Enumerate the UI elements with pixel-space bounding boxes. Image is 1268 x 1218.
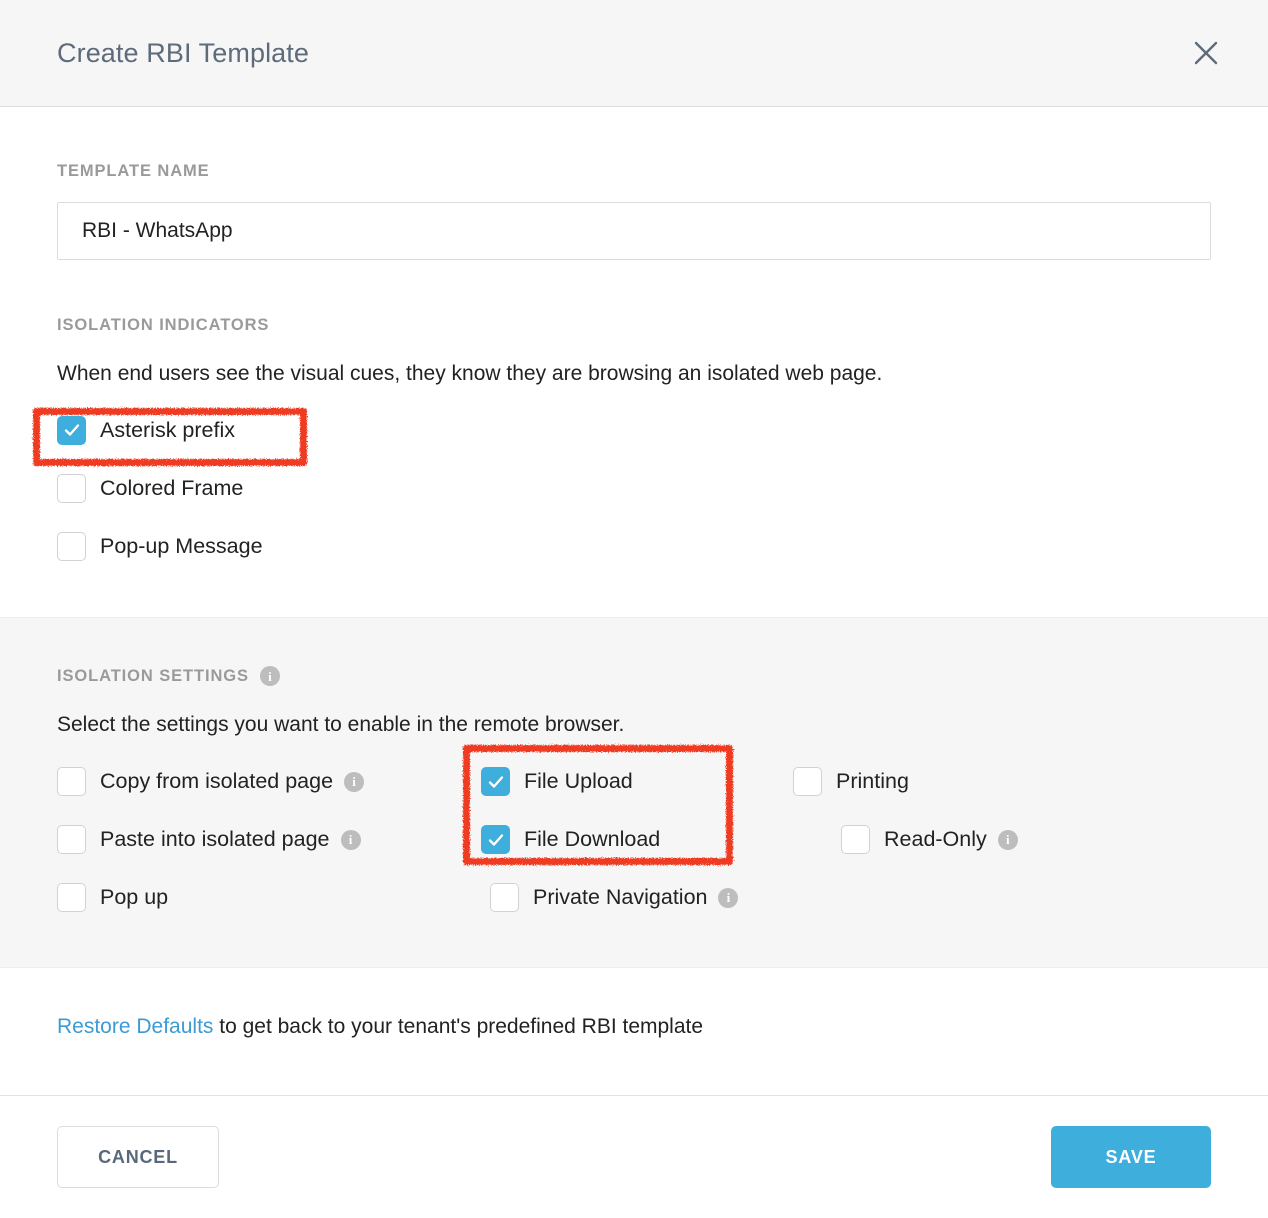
isolation-indicators-label: ISOLATION INDICATORS bbox=[57, 316, 270, 334]
isolation-settings-grid: Copy from isolated page i File Upload Pr… bbox=[57, 753, 1211, 927]
info-icon-read-only[interactable]: i bbox=[997, 829, 1018, 850]
isolation-settings-header: ISOLATION SETTINGS i bbox=[57, 666, 1211, 687]
cancel-button[interactable]: CANCEL bbox=[57, 1126, 219, 1188]
template-name-input[interactable] bbox=[57, 202, 1211, 260]
checkbox-row-file-download[interactable]: File Download bbox=[481, 811, 793, 869]
checkbox-label-read-only: Read-Only bbox=[884, 827, 987, 852]
checkbox-private-navigation[interactable] bbox=[490, 883, 519, 913]
checkbox-row-popup-message[interactable]: Pop-up Message bbox=[57, 517, 1211, 575]
checkbox-printing[interactable] bbox=[793, 767, 822, 797]
checkbox-row-file-upload[interactable]: File Upload bbox=[481, 753, 793, 811]
checkbox-asterisk-prefix[interactable] bbox=[57, 415, 86, 445]
isolation-settings-description: Select the settings you want to enable i… bbox=[57, 713, 625, 737]
checkbox-row-asterisk-prefix[interactable]: Asterisk prefix bbox=[57, 401, 1211, 459]
restore-defaults-row: Restore Defaults to get back to your ten… bbox=[0, 967, 1268, 1039]
save-button[interactable]: SAVE bbox=[1051, 1126, 1211, 1188]
checkbox-read-only[interactable] bbox=[841, 825, 870, 855]
checkbox-popup-message[interactable] bbox=[57, 531, 86, 561]
grid-cell-empty bbox=[793, 869, 1211, 927]
check-icon bbox=[486, 830, 506, 850]
create-rbi-template-dialog: Create RBI Template TEMPLATE NAME ISOLAT… bbox=[0, 0, 1268, 1218]
info-icon-copy-from-isolated-page[interactable]: i bbox=[344, 771, 365, 792]
checkbox-label-asterisk-prefix: Asterisk prefix bbox=[100, 417, 236, 442]
checkbox-row-copy-from-isolated-page[interactable]: Copy from isolated page i bbox=[57, 753, 481, 811]
template-name-section: TEMPLATE NAME bbox=[0, 107, 1268, 260]
dialog-header: Create RBI Template bbox=[0, 0, 1268, 107]
checkbox-paste-into-isolated-page[interactable] bbox=[57, 825, 86, 855]
checkbox-label-private-navigation: Private Navigation bbox=[533, 885, 708, 910]
check-icon bbox=[486, 772, 506, 792]
checkbox-label-pop-up: Pop up bbox=[100, 885, 169, 910]
dialog-footer: CANCEL SAVE bbox=[0, 1095, 1268, 1218]
checkbox-label-copy-from-isolated-page: Copy from isolated page bbox=[100, 769, 334, 794]
isolation-settings-section: ISOLATION SETTINGS i Select the settings… bbox=[0, 617, 1268, 968]
dialog-body: TEMPLATE NAME ISOLATION INDICATORS When … bbox=[0, 107, 1268, 1095]
checkbox-file-download[interactable] bbox=[481, 825, 510, 855]
checkbox-row-paste-into-isolated-page[interactable]: Paste into isolated page i bbox=[57, 811, 481, 869]
isolation-indicators-description: When end users see the visual cues, they… bbox=[57, 362, 883, 385]
info-icon-paste-into-isolated-page[interactable]: i bbox=[340, 829, 361, 850]
checkbox-colored-frame[interactable] bbox=[57, 473, 86, 503]
isolation-indicators-section: ISOLATION INDICATORS When end users see … bbox=[0, 260, 1268, 618]
check-icon bbox=[62, 420, 82, 440]
checkbox-label-printing: Printing bbox=[836, 769, 909, 794]
checkbox-row-printing[interactable]: Printing bbox=[793, 753, 1211, 811]
info-icon-isolation-settings[interactable]: i bbox=[259, 666, 280, 687]
checkbox-row-read-only[interactable]: Read-Only i bbox=[793, 811, 1211, 869]
page-title: Create RBI Template bbox=[57, 37, 310, 68]
checkbox-pop-up[interactable] bbox=[57, 883, 86, 913]
checkbox-row-pop-up[interactable]: Pop up bbox=[57, 869, 481, 927]
info-icon-private-navigation[interactable]: i bbox=[718, 887, 739, 908]
close-button[interactable] bbox=[1184, 31, 1228, 75]
checkbox-copy-from-isolated-page[interactable] bbox=[57, 767, 86, 797]
checkbox-label-popup-message: Pop-up Message bbox=[100, 533, 263, 558]
checkbox-row-colored-frame[interactable]: Colored Frame bbox=[57, 459, 1211, 517]
restore-defaults-text: to get back to your tenant's predefined … bbox=[213, 1014, 704, 1038]
template-name-label: TEMPLATE NAME bbox=[57, 162, 210, 180]
isolation-settings-label: ISOLATION SETTINGS bbox=[57, 666, 249, 685]
checkbox-row-private-navigation[interactable]: Private Navigation i bbox=[481, 869, 793, 927]
close-icon bbox=[1192, 39, 1220, 67]
restore-defaults-link[interactable]: Restore Defaults bbox=[57, 1015, 213, 1038]
checkbox-label-file-upload: File Upload bbox=[524, 769, 633, 794]
checkbox-label-colored-frame: Colored Frame bbox=[100, 475, 244, 500]
checkbox-file-upload[interactable] bbox=[481, 767, 510, 797]
checkbox-label-file-download: File Download bbox=[524, 827, 661, 852]
checkbox-label-paste-into-isolated-page: Paste into isolated page bbox=[100, 827, 330, 852]
